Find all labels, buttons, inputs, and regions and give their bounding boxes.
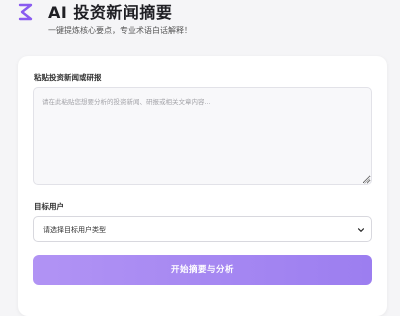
page-title: AI 投资新闻摘要 [48, 3, 173, 22]
form-card: 粘贴投资新闻或研报 目标用户 请选择目标用户类型 开始摘要与分析 [18, 56, 387, 316]
news-textarea[interactable] [33, 87, 372, 185]
zigzag-logo-icon [18, 3, 33, 21]
target-user-label: 目标用户 [34, 202, 64, 211]
chevron-down-icon [357, 228, 365, 232]
app-header: AI 投资新闻摘要 一键提炼核心要点，专业术语白话解释！ [18, 0, 388, 42]
target-user-select[interactable]: 请选择目标用户类型 [33, 216, 372, 242]
page-subtitle: 一键提炼核心要点，专业术语白话解释！ [48, 26, 192, 35]
news-input-label: 粘贴投资新闻或研报 [34, 73, 102, 82]
target-user-select-value: 请选择目标用户类型 [43, 226, 106, 234]
resize-grip-icon[interactable] [364, 178, 370, 184]
start-summary-button[interactable]: 开始摘要与分析 [33, 255, 372, 285]
